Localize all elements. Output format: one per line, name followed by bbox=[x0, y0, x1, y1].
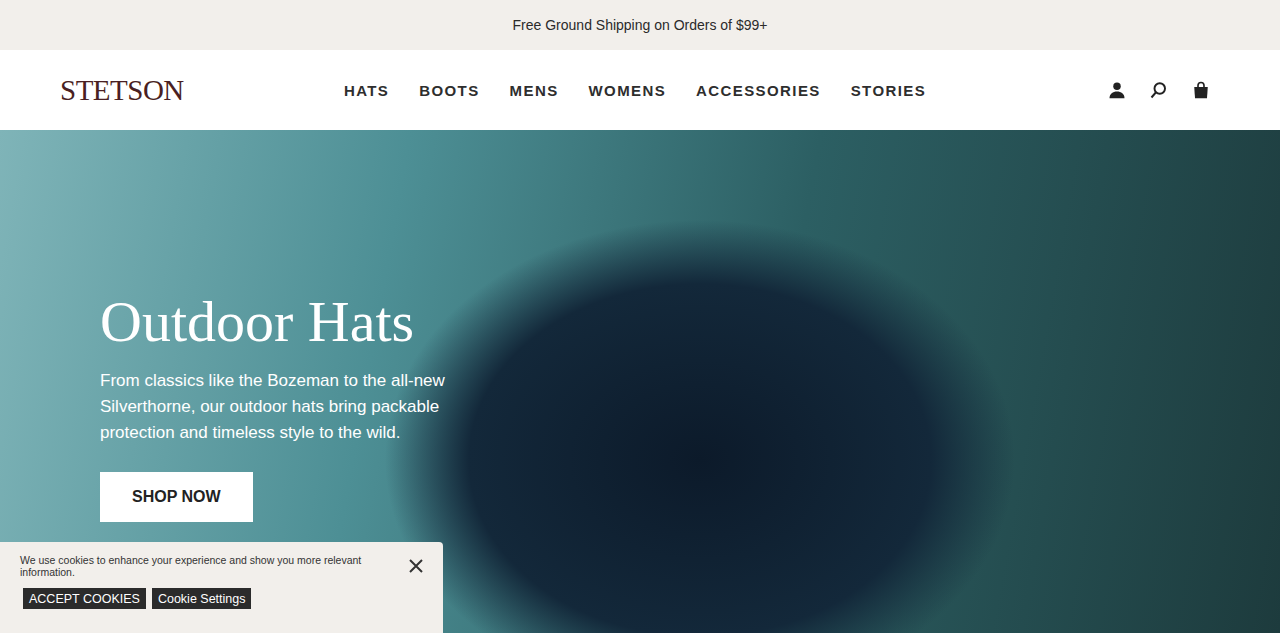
hero-title: Outdoor Hats bbox=[100, 290, 414, 354]
logo[interactable]: STETSON bbox=[60, 74, 260, 107]
cookie-button[interactable]: Cookie Settings bbox=[152, 588, 252, 609]
page: Free Ground Shipping on Orders of $99+ST… bbox=[0, 0, 1280, 633]
close-icon[interactable] bbox=[409, 559, 423, 573]
cookie-banner: We use cookies to enhance your experienc… bbox=[0, 542, 443, 633]
nav-item[interactable]: MENS bbox=[510, 82, 559, 99]
header-icons bbox=[1010, 81, 1210, 99]
cookie-message: We use cookies to enhance your experienc… bbox=[20, 554, 401, 578]
search-icon[interactable] bbox=[1150, 81, 1168, 99]
main-nav: HATS BOOTS MENS WOMENS ACCESSORIES STORIES bbox=[344, 82, 926, 99]
header: STETSON HATS BOOTS MENS WOMENS ACCESSORIES STO… bbox=[0, 50, 1280, 130]
nav-item[interactable]: HATS bbox=[344, 82, 389, 99]
shipping-banner: Free Ground Shipping on Orders of $99+ bbox=[0, 0, 1280, 50]
account-icon[interactable] bbox=[1108, 81, 1126, 99]
cookie-button[interactable]: ACCEPT COOKIES bbox=[23, 588, 146, 609]
nav-item[interactable]: BOOTS bbox=[419, 82, 479, 99]
cart-icon[interactable] bbox=[1192, 81, 1210, 99]
hero-body: From classics like the Bozeman to the al… bbox=[100, 368, 490, 446]
shop-now-button[interactable]: SHOP NOW bbox=[100, 472, 253, 522]
nav-item[interactable]: STORIES bbox=[851, 82, 926, 99]
nav-item[interactable]: ACCESSORIES bbox=[696, 82, 821, 99]
nav-item[interactable]: WOMENS bbox=[589, 82, 667, 99]
